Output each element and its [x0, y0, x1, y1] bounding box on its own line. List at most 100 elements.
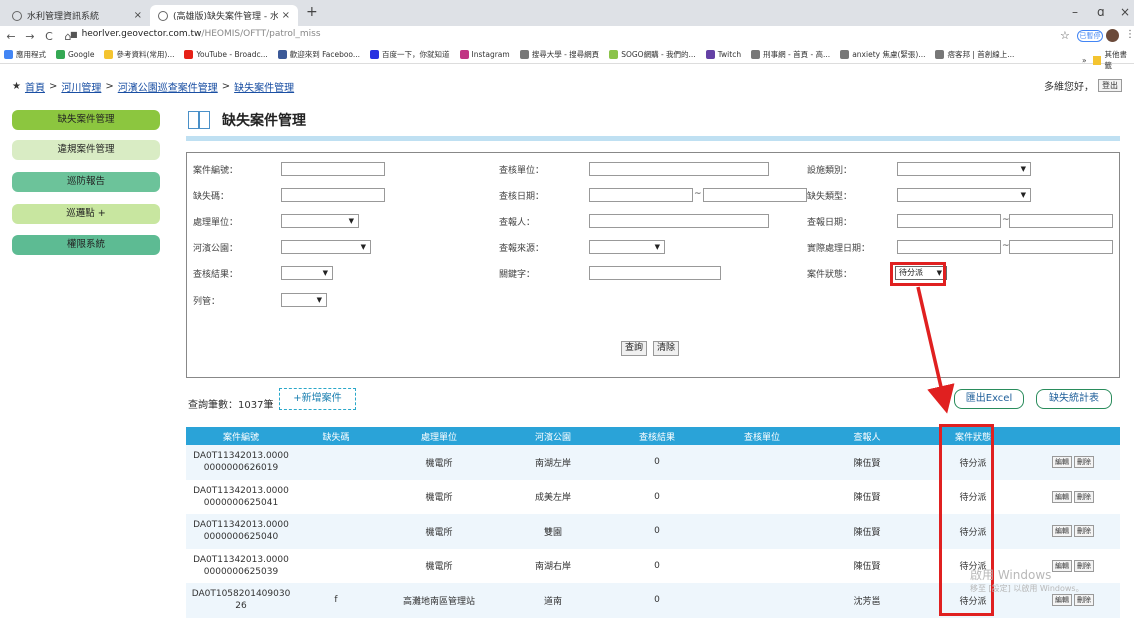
- edit-button[interactable]: 編輯: [1052, 594, 1072, 607]
- defect-code-input[interactable]: [281, 188, 385, 202]
- bookmark-twitch[interactable]: Twitch: [705, 50, 741, 59]
- cell-case-no: DA0T11342013.0000 0000000625040: [186, 514, 296, 549]
- delete-button[interactable]: 刪除: [1074, 490, 1094, 503]
- close-window-icon[interactable]: ×: [1120, 5, 1130, 19]
- bookmark-anxiety[interactable]: anxiety 焦慮(緊張)...: [840, 49, 925, 60]
- check-date-to[interactable]: [703, 188, 807, 202]
- defect-type-label: 缺失類型：: [807, 192, 853, 202]
- reload-icon[interactable]: C: [41, 30, 57, 43]
- bookmark-apps[interactable]: 應用程式: [4, 49, 46, 60]
- edit-button[interactable]: 編輯: [1052, 490, 1072, 503]
- defect-type-select[interactable]: ▼: [897, 188, 1031, 202]
- actual-date-from[interactable]: [897, 240, 1001, 254]
- bookmark-pixnet[interactable]: 痞客邦 | 首創線上...: [935, 49, 1014, 60]
- report-source-select[interactable]: ▼: [589, 240, 665, 254]
- chevron-right-icon: »: [1082, 55, 1087, 65]
- bookmark-star-icon[interactable]: ☆: [1060, 29, 1070, 42]
- check-date-from[interactable]: [589, 188, 693, 202]
- browser-tab-2[interactable]: (高雄版)缺失案件管理 - 水利署 ×: [150, 5, 298, 26]
- cell-reporter: 陳伍賢: [853, 527, 881, 538]
- cell-reporter: 陳伍賢: [853, 562, 881, 573]
- lock-icon: ■: [70, 29, 78, 39]
- back-icon[interactable]: ←: [3, 30, 19, 43]
- add-case-button[interactable]: +新增案件: [279, 388, 356, 410]
- youtube-icon: [184, 50, 194, 59]
- handle-unit-select[interactable]: ▼: [281, 214, 359, 228]
- river-park-select[interactable]: ▼: [281, 240, 371, 254]
- cell-reporter: 陳伍賢: [853, 458, 881, 469]
- sidebar-item-patrol-points[interactable]: 巡邏點 +: [12, 204, 160, 224]
- check-unit-input[interactable]: [589, 162, 769, 176]
- case-no-line-1: DA0T11342013.0000: [193, 451, 289, 462]
- logout-button[interactable]: 登出: [1098, 79, 1122, 92]
- defect-stats-button[interactable]: 缺失統計表: [1036, 389, 1112, 409]
- reporter-input[interactable]: [589, 214, 769, 228]
- actual-date-to[interactable]: [1009, 240, 1113, 254]
- cell-handle-unit: 高灘地南區管理站: [402, 596, 475, 607]
- breadcrumb-home[interactable]: 首頁: [25, 79, 45, 94]
- bookmark-sogo[interactable]: SOGO網購 - 我們的...: [609, 49, 696, 60]
- cell-handle-unit: 機電所: [425, 493, 453, 504]
- other-bookmarks[interactable]: » 其他書籤: [1082, 49, 1134, 71]
- bookmark-baidu[interactable]: 百度一下，你就知道: [370, 49, 450, 60]
- cell-case-no: DA0T11342013.0000 0000000626019: [186, 445, 296, 480]
- case-no-input[interactable]: [281, 162, 385, 176]
- sidebar-item-permissions[interactable]: 權限系統: [12, 235, 160, 255]
- check-result-select[interactable]: ▼: [281, 266, 333, 280]
- delete-button[interactable]: 刪除: [1074, 594, 1094, 607]
- col-handle-unit: 處理單位: [420, 432, 457, 443]
- sidebar-item-patrol-report[interactable]: 巡防報告: [12, 172, 160, 192]
- bookmark-facebook[interactable]: 歡迎來到 Faceboo...: [277, 49, 360, 60]
- twitch-icon: [705, 50, 715, 59]
- cell-check-unit: [710, 583, 814, 618]
- forward-icon[interactable]: →: [22, 30, 38, 43]
- column-select[interactable]: ▼: [281, 293, 327, 307]
- facility-type-select[interactable]: ▼: [897, 162, 1031, 176]
- bookmark-university[interactable]: 搜尋大學 - 搜尋網頁: [519, 49, 599, 60]
- cell-river-park: 南湖右岸: [534, 562, 571, 573]
- browser-tab-1[interactable]: 水利管理資訊系統 ×: [4, 5, 150, 26]
- tab-title: (高雄版)缺失案件管理 - 水利署: [173, 12, 278, 22]
- maximize-icon[interactable]: ɑ: [1097, 5, 1105, 19]
- export-excel-button[interactable]: 匯出Excel: [954, 389, 1024, 409]
- delete-button[interactable]: 刪除: [1074, 525, 1094, 538]
- report-date-to[interactable]: [1009, 214, 1113, 228]
- cell-check-result: 0: [654, 595, 660, 606]
- case-no-line-2: 26: [235, 601, 247, 612]
- sidebar-item-violation-cases[interactable]: 違規案件管理: [12, 140, 160, 160]
- breadcrumb-current[interactable]: 缺失案件管理: [234, 79, 294, 94]
- cell-reporter: 沈芳邕: [853, 596, 881, 607]
- baidu-icon: [370, 50, 380, 59]
- bookmark-google[interactable]: Google: [56, 50, 94, 59]
- case-no-line-1: DA0T1058201409030: [191, 589, 291, 600]
- profile-avatar[interactable]: [1106, 29, 1119, 42]
- edit-button[interactable]: 編輯: [1052, 525, 1072, 538]
- case-no-line-1: DA0T11342013.0000: [193, 520, 289, 531]
- sidebar-item-defect-cases[interactable]: 缺失案件管理: [12, 110, 160, 130]
- clear-button[interactable]: 清除: [653, 341, 680, 356]
- close-tab-icon[interactable]: ×: [134, 10, 142, 21]
- breadcrumb-river[interactable]: 河川管理: [61, 79, 101, 94]
- report-date-from[interactable]: [897, 214, 1001, 228]
- bookmark-youtube[interactable]: YouTube - Broadc...: [184, 50, 268, 59]
- query-button[interactable]: 查詢: [621, 341, 648, 356]
- edit-button[interactable]: 編輯: [1052, 456, 1072, 469]
- bookmark-folder[interactable]: 參考資料(常用)...: [104, 49, 174, 60]
- new-tab-icon[interactable]: +: [306, 4, 318, 20]
- col-check-result: 查核結果: [638, 432, 675, 443]
- minimize-icon[interactable]: –: [1072, 5, 1078, 19]
- keyword-input[interactable]: [589, 266, 721, 280]
- breadcrumb-park-cases[interactable]: 河濱公園巡查案件管理: [118, 79, 218, 94]
- case-no-line-1: DA0T11342013.0000: [193, 485, 289, 496]
- close-tab-icon[interactable]: ×: [282, 10, 290, 21]
- bookmark-police[interactable]: 刑事網 - 首頁 - 高...: [751, 49, 830, 60]
- delete-button[interactable]: 刪除: [1074, 456, 1094, 469]
- globe-icon: [12, 10, 22, 21]
- tab-title: 水利管理資訊系統: [27, 12, 100, 22]
- chevron-down-icon: ▼: [654, 243, 660, 251]
- menu-icon[interactable]: ⋮: [1125, 29, 1134, 40]
- extension-status[interactable]: 已暫停: [1077, 30, 1103, 42]
- cell-check-result: 0: [654, 491, 660, 502]
- url-field[interactable]: ■ heorlver.geovector.com.tw/HEOMIS/OFTT/…: [70, 29, 321, 39]
- bookmark-instagram[interactable]: Instagram: [459, 50, 510, 59]
